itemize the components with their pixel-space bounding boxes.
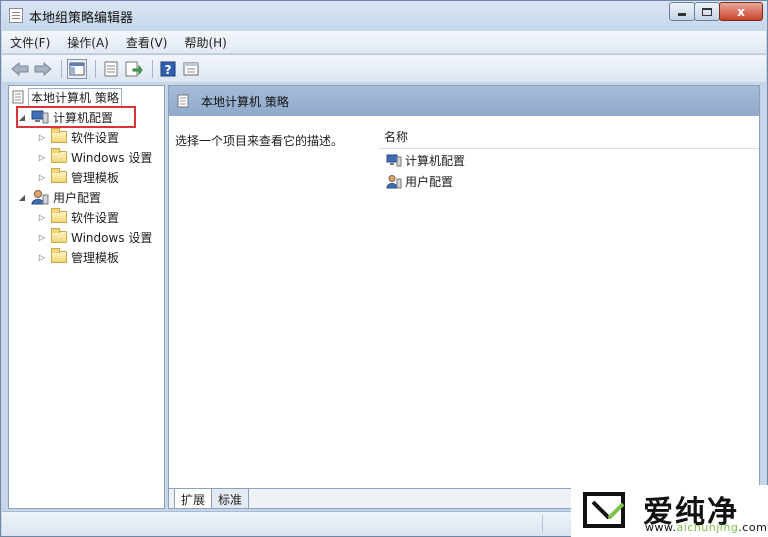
details-pane: 本地计算机 策略 选择一个项目来查看它的描述。 名称 计算机配置 用户配置 扩展… [168, 85, 760, 509]
tree-item-user-software-settings[interactable]: ▷ 软件设置 [37, 207, 119, 227]
description-text: 选择一个项目来查看它的描述。 [175, 134, 344, 148]
tree-item-user-windows-settings[interactable]: ▷ Windows 设置 [37, 227, 152, 247]
url-prefix: www. [645, 521, 677, 534]
folder-icon [51, 248, 67, 263]
details-title: 本地计算机 策略 [201, 94, 289, 109]
tab-label: 扩展 [181, 493, 206, 507]
tree-label: 管理模板 [71, 170, 120, 185]
tree-root[interactable]: 本地计算机 策略 [12, 87, 122, 107]
url-accent: aichunjing [676, 521, 739, 534]
toolbar-separator [95, 59, 96, 78]
tree-root-label: 本地计算机 策略 [28, 87, 122, 107]
tree-label: Windows 设置 [71, 150, 153, 165]
menu-bar: 文件(F) 操作(A) 查看(V) 帮助(H) [2, 31, 766, 53]
console-tree-pane: 本地计算机 策略 ◢ 计算机配置 ▷ 软件设置 ▷ Windows 设置 ▷ 管… [8, 85, 165, 509]
maximize-icon [702, 7, 712, 16]
item-list: 名称 计算机配置 用户配置 [374, 117, 759, 487]
url-suffix: .com [738, 521, 768, 534]
watermark: 爱纯净 www.aichunjing.com [571, 485, 768, 537]
collapse-arrow-icon[interactable]: ◢ [17, 193, 27, 202]
policy-document-icon [12, 90, 24, 104]
status-segment [542, 515, 543, 533]
tree-label: 软件设置 [71, 130, 120, 145]
watermark-url: www.aichunjing.com [645, 521, 767, 534]
back-button[interactable] [10, 59, 30, 79]
tree-label: 管理模板 [71, 250, 120, 265]
expand-arrow-icon[interactable]: ▷ [37, 173, 47, 182]
properties-button[interactable] [101, 59, 121, 79]
list-item-user-config[interactable]: 用户配置 [386, 172, 453, 190]
forward-arrow-icon [34, 61, 52, 76]
toolbar: ? [2, 54, 766, 82]
expand-arrow-icon[interactable]: ▷ [37, 153, 47, 162]
tree-item-computer-config[interactable]: ◢ 计算机配置 [17, 107, 113, 127]
close-icon: x [737, 4, 745, 19]
app-icon [9, 8, 23, 23]
list-header [374, 117, 759, 149]
header-divider [379, 148, 759, 149]
tree-item-admin-templates[interactable]: ▷ 管理模板 [37, 167, 119, 187]
computer-icon [386, 154, 402, 166]
tree-label-computer-config: 计算机配置 [53, 110, 114, 125]
expand-arrow-icon[interactable]: ▷ [37, 213, 47, 222]
menu-action[interactable]: 操作(A) [67, 34, 109, 51]
tab-label: 标准 [218, 493, 243, 507]
tree-label-user-config: 用户配置 [53, 190, 102, 205]
folder-icon [51, 168, 67, 183]
list-item-label: 计算机配置 [405, 153, 466, 168]
action-pane-button[interactable] [181, 59, 201, 79]
export-list-icon [125, 61, 143, 76]
show-hide-tree-button[interactable] [67, 58, 87, 79]
show-hide-console-tree-icon [69, 62, 85, 75]
computer-icon [31, 110, 49, 124]
properties-icon [104, 61, 118, 76]
watermark-logo-icon [583, 492, 625, 528]
menu-file[interactable]: 文件(F) [10, 34, 50, 51]
group-policy-editor-window: 本地组策略编辑器 x 文件(F) 操作(A) 查看(V) 帮助(H) ? 本地计… [0, 0, 768, 537]
tab-extended[interactable]: 扩展 [174, 489, 213, 508]
folder-icon [51, 148, 67, 163]
user-icon [31, 190, 49, 205]
help-button[interactable]: ? [158, 59, 178, 79]
menu-help[interactable]: 帮助(H) [184, 34, 226, 51]
maximize-button[interactable] [694, 2, 720, 21]
folder-icon [51, 208, 67, 223]
forward-button[interactable] [33, 59, 53, 79]
toolbar-separator [152, 59, 153, 78]
menu-view[interactable]: 查看(V) [126, 34, 168, 51]
tab-standard[interactable]: 标准 [211, 489, 250, 508]
tree-label: 软件设置 [71, 210, 120, 225]
expand-arrow-icon[interactable]: ▷ [37, 133, 47, 142]
tree-label: Windows 设置 [71, 230, 153, 245]
action-pane-icon [183, 62, 199, 75]
folder-icon [51, 128, 67, 143]
toolbar-separator [61, 59, 62, 78]
minimize-icon [678, 13, 686, 16]
tree-item-user-config[interactable]: ◢ 用户配置 [17, 187, 101, 207]
tree-item-windows-settings[interactable]: ▷ Windows 设置 [37, 147, 152, 167]
policy-document-icon [177, 94, 189, 108]
window-title: 本地组策略编辑器 [29, 11, 134, 26]
svg-text:?: ? [165, 63, 172, 77]
tree-item-software-settings[interactable]: ▷ 软件设置 [37, 127, 119, 147]
details-header: 本地计算机 策略 [169, 86, 759, 116]
list-item-label: 用户配置 [405, 174, 454, 189]
user-icon [386, 174, 402, 188]
title-bar[interactable]: 本地组策略编辑器 x [1, 1, 767, 29]
collapse-arrow-icon[interactable]: ◢ [17, 113, 27, 122]
close-button[interactable]: x [719, 2, 763, 21]
tree-item-user-admin-templates[interactable]: ▷ 管理模板 [37, 247, 119, 267]
help-icon: ? [160, 61, 176, 77]
column-header-name[interactable]: 名称 [384, 128, 408, 145]
window-controls: x [669, 2, 763, 21]
expand-arrow-icon[interactable]: ▷ [37, 233, 47, 242]
folder-icon [51, 228, 67, 243]
export-list-button[interactable] [124, 59, 144, 79]
back-arrow-icon [11, 61, 29, 76]
list-item-computer-config[interactable]: 计算机配置 [386, 151, 465, 169]
minimize-button[interactable] [669, 2, 695, 21]
expand-arrow-icon[interactable]: ▷ [37, 253, 47, 262]
